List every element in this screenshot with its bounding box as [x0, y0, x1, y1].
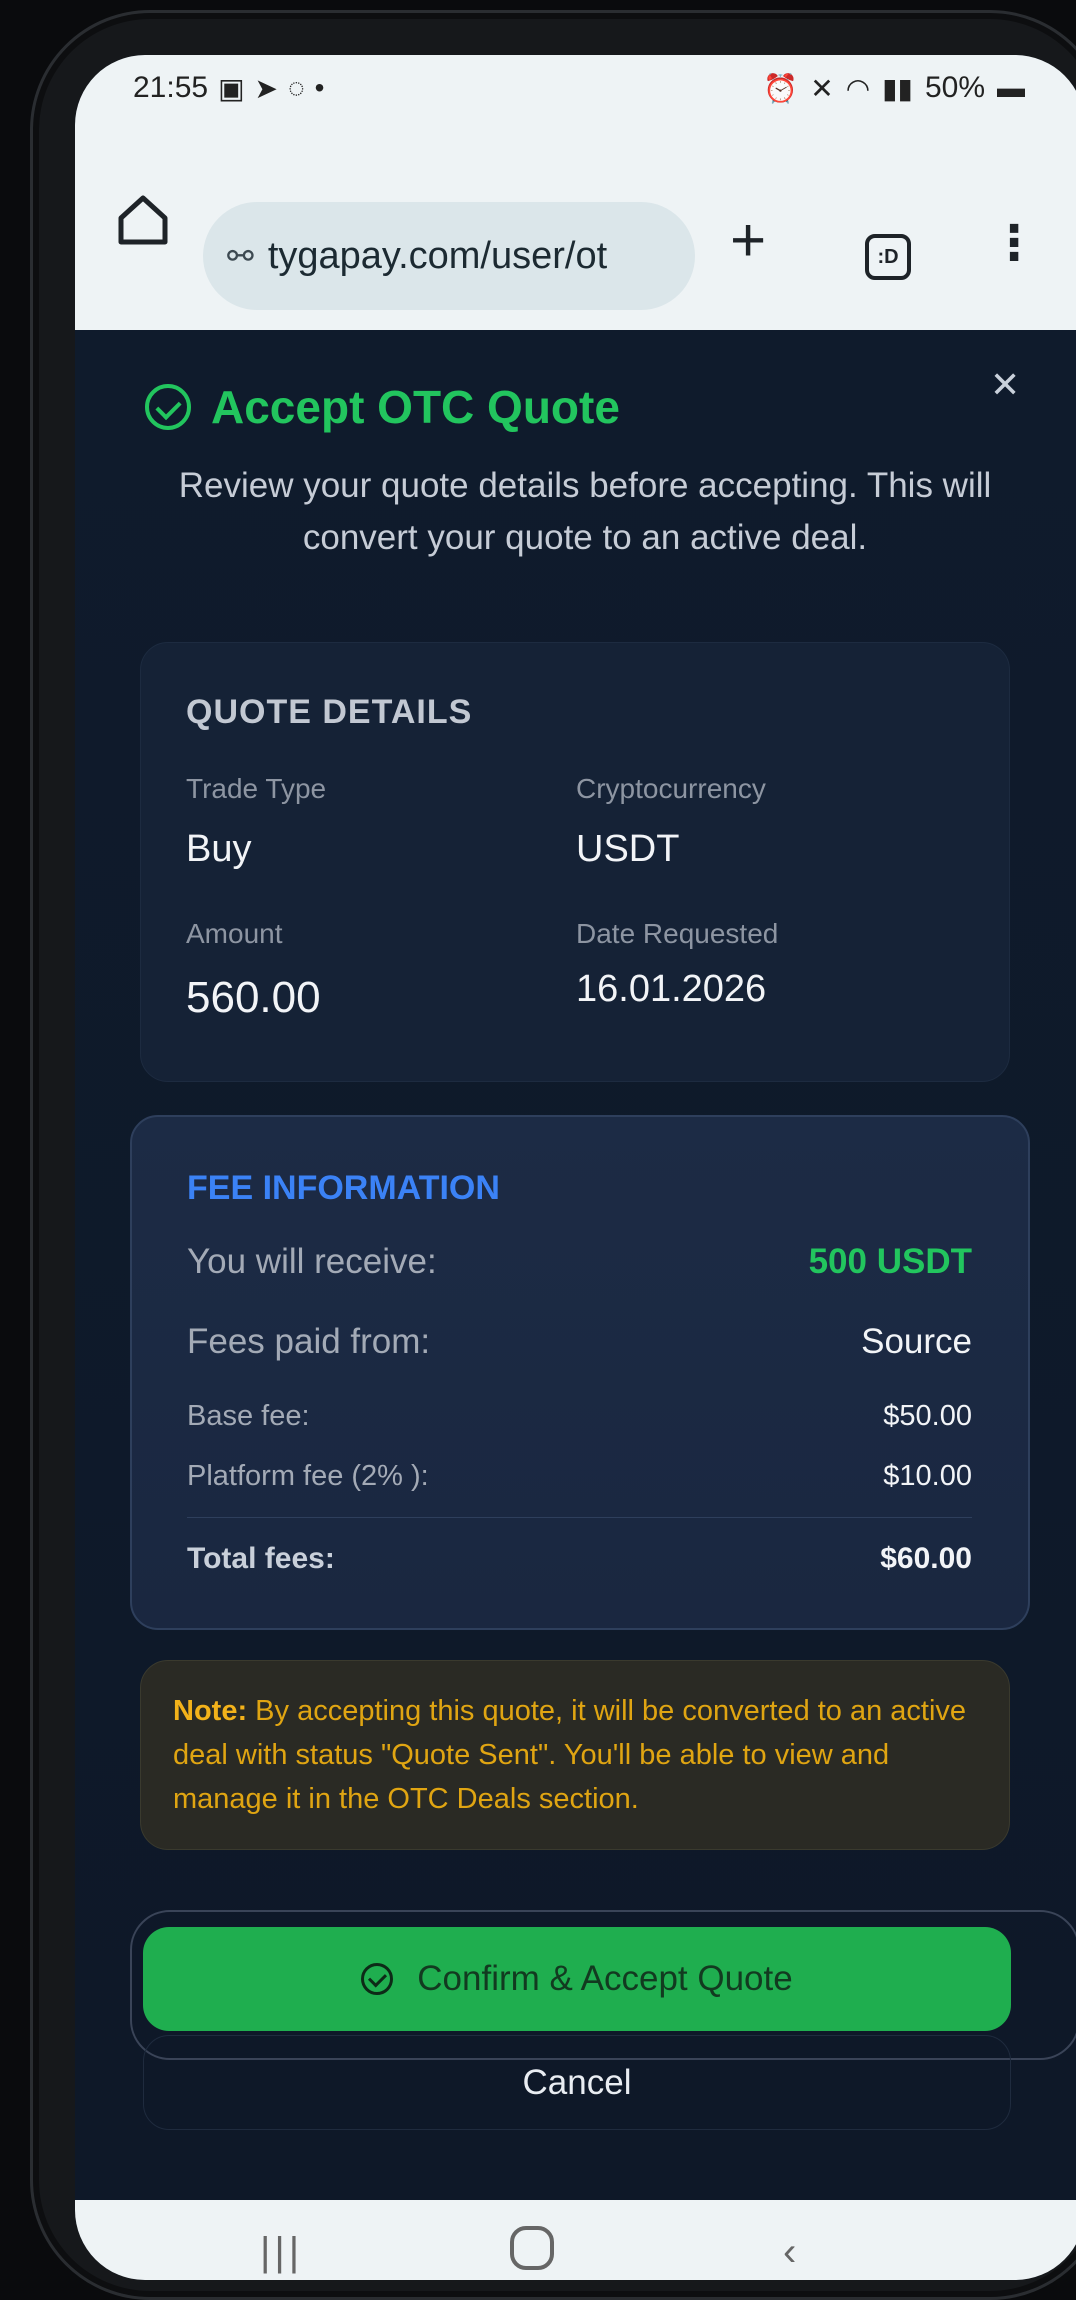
note-text: By accepting this quote, it will be conv… [173, 1695, 967, 1815]
status-bar: 21:55 ▣ ➤ ◌ • ⏰ ✕ ◠ ▮▮ 50% ▬ [75, 55, 1076, 150]
trade-type-value: Buy [186, 828, 252, 870]
quote-details-heading: QUOTE DETAILS [186, 693, 473, 731]
base-fee-value: $50.00 [883, 1400, 972, 1432]
new-tab-icon[interactable]: + [730, 210, 766, 272]
receive-value: 500 USDT [808, 1242, 972, 1281]
back-icon[interactable]: ‹ [783, 2230, 796, 2275]
battery-icon: ▬ [997, 72, 1025, 103]
tab-switcher-button[interactable]: :D [865, 234, 911, 280]
platform-fee-label: Platform fee (2% ): [187, 1460, 429, 1492]
total-fees-row: Total fees: $60.00 [187, 1542, 972, 1576]
home-nav-icon[interactable] [510, 2226, 554, 2270]
base-fee-row: Base fee: $50.00 [187, 1400, 972, 1433]
status-time: 21:55 [133, 71, 209, 104]
cryptocurrency-value: USDT [576, 828, 680, 870]
site-settings-icon[interactable]: ⚯ [227, 237, 254, 275]
amount-label: Amount [186, 918, 283, 949]
fee-divider [187, 1517, 972, 1518]
alarm-icon: ⏰ [763, 72, 799, 104]
check-circle-icon [145, 384, 191, 430]
base-fee-label: Base fee: [187, 1400, 310, 1432]
close-icon[interactable]: ✕ [990, 364, 1020, 406]
status-right: ⏰ ✕ ◠ ▮▮ 50% ▬ [763, 71, 1025, 105]
dot-icon: • [314, 72, 325, 103]
confirm-accept-label: Confirm & Accept Quote [417, 1959, 793, 1998]
date-requested-value: 16.01.2026 [576, 968, 767, 1010]
accept-quote-modal: ✕ Accept OTC Quote Review your quote det… [75, 330, 1076, 2200]
home-icon[interactable] [115, 192, 171, 248]
date-requested-label: Date Requested [576, 918, 779, 949]
url-text: tygapay.com/user/ot [267, 234, 608, 277]
fees-paid-from-label: Fees paid from: [187, 1322, 431, 1361]
fees-paid-from-value: Source [861, 1322, 972, 1361]
receive-label: You will receive: [187, 1242, 437, 1281]
status-left: 21:55 ▣ ➤ ◌ • [133, 71, 324, 105]
modal-title: Accept OTC Quote [211, 381, 620, 433]
fees-paid-from-row: Fees paid from: Source [187, 1322, 972, 1362]
platform-fee-row: Platform fee (2% ): $10.00 [187, 1460, 972, 1493]
total-fees-value: $60.00 [880, 1542, 972, 1575]
trade-type-label: Trade Type [186, 773, 327, 804]
modal-header: Accept OTC Quote [145, 380, 620, 434]
confirm-accept-button[interactable]: Confirm & Accept Quote [143, 1927, 1011, 2031]
mute-icon: ✕ [810, 72, 834, 104]
system-nav-bar: ||| ‹ [75, 2200, 1076, 2280]
gallery-icon: ▣ [218, 72, 245, 104]
browser-toolbar: ⚯ tygapay.com/user/ot + :D ⋮ [75, 150, 1076, 330]
address-bar[interactable]: ⚯ tygapay.com/user/ot [203, 202, 695, 310]
platform-fee-value: $10.00 [883, 1460, 972, 1492]
more-menu-icon[interactable]: ⋮ [990, 220, 1038, 268]
fee-information-heading: FEE INFORMATION [187, 1169, 500, 1207]
total-fees-label: Total fees: [187, 1542, 335, 1575]
recents-icon[interactable]: ||| [260, 2230, 303, 2275]
modal-subtitle: Review your quote details before accepti… [178, 466, 992, 557]
amount-value: 560.00 [186, 973, 321, 1022]
note-box: Note: By accepting this quote, it will b… [140, 1660, 1010, 1850]
receive-row: You will receive: 500 USDT [187, 1242, 972, 1282]
telegram-icon: ➤ [254, 72, 279, 104]
note-prefix: Note: [173, 1695, 248, 1727]
whatsapp-icon: ◌ [288, 72, 305, 103]
cancel-button[interactable]: Cancel [143, 2035, 1011, 2130]
cryptocurrency-label: Cryptocurrency [576, 773, 766, 804]
battery-level: 50% [924, 71, 985, 104]
signal-icon: ▮▮ [882, 72, 913, 104]
fee-information-card: FEE INFORMATION You will receive: 500 US… [130, 1115, 1030, 1630]
quote-details-card: QUOTE DETAILS Trade Type Buy Cryptocurre… [140, 642, 1010, 1082]
check-circle-icon [361, 1963, 394, 1995]
phone-screen: 21:55 ▣ ➤ ◌ • ⏰ ✕ ◠ ▮▮ 50% ▬ ⚯ tygapay.c… [75, 55, 1076, 2280]
wifi-icon: ◠ [845, 72, 871, 104]
